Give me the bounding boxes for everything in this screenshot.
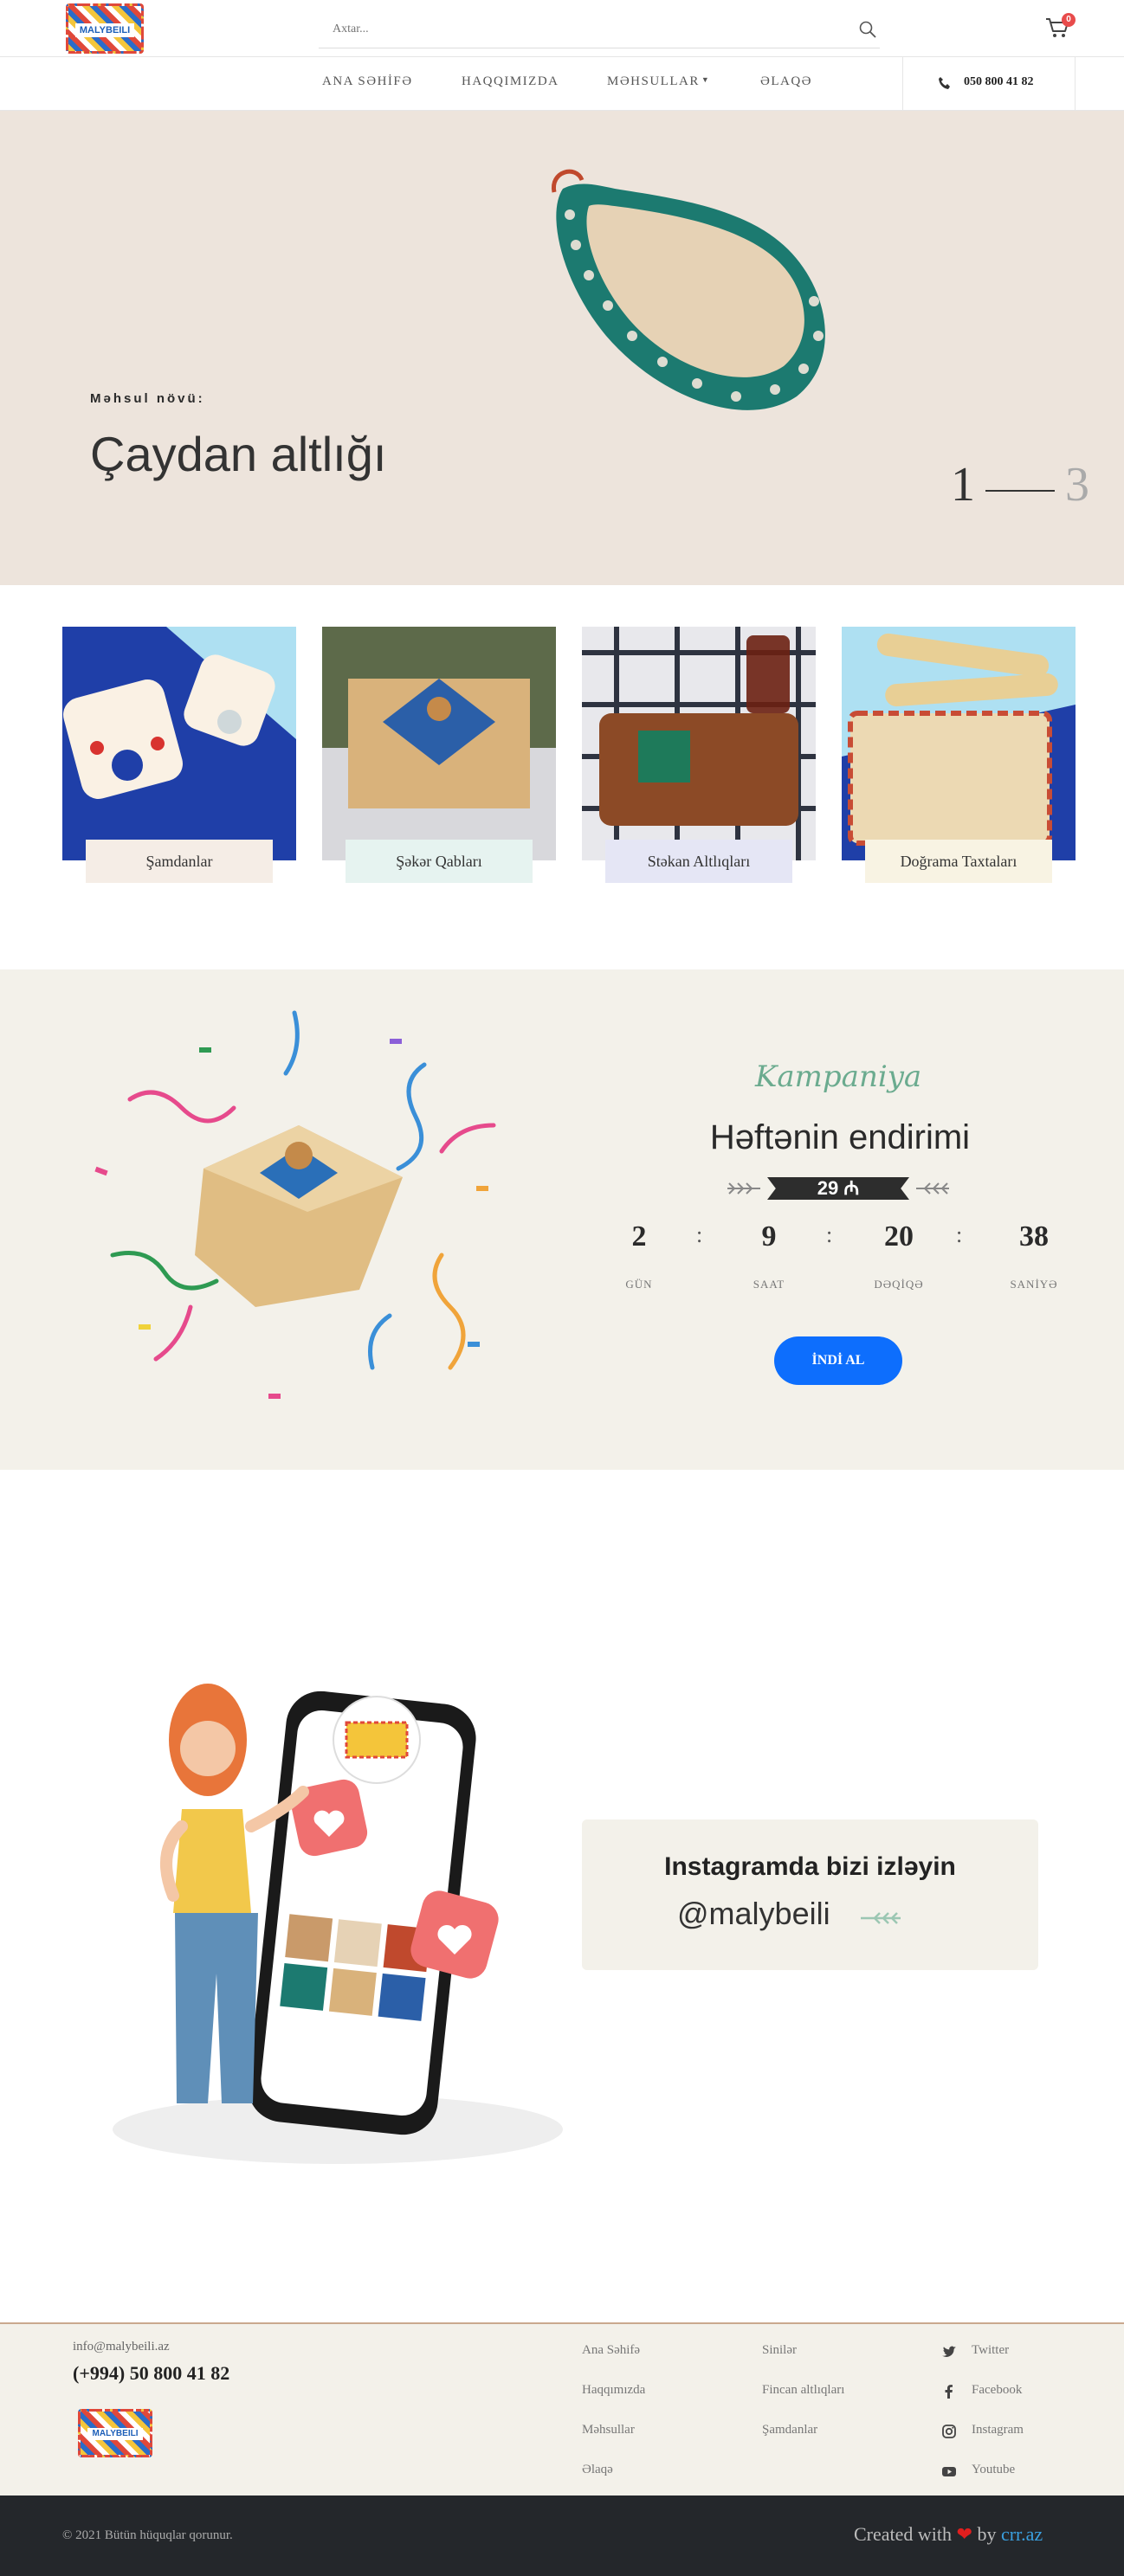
nav-products-label: MƏHSULLAR	[607, 74, 700, 88]
made-with-credit: Created with ❤ by crr.az	[854, 2523, 1043, 2546]
leaf-ornament-right-icon	[916, 1182, 949, 1195]
category-cutting-boards-image	[842, 627, 1076, 860]
heart-icon: ❤	[956, 2523, 972, 2545]
category-candles[interactable]	[62, 627, 296, 860]
category-glass-coasters-image	[582, 627, 816, 860]
phone-number: 050 800 41 82	[964, 75, 1034, 88]
footer-social-facebook[interactable]: Facebook	[972, 2383, 1022, 2398]
twitter-icon	[942, 2346, 956, 2357]
instagram-illustration	[113, 1684, 563, 2164]
main-nav: ANA SƏHİFƏ HAQQIMIZDA MƏHSULLAR ▼ ƏLAQƏ 0…	[0, 57, 1124, 111]
logo-text: MALYBEILI	[75, 23, 134, 37]
leaf-ornament-icon	[861, 1912, 901, 1924]
nav-home[interactable]: ANA SƏHİFƏ	[322, 74, 413, 89]
campaign-section: Kampaniya Həftənin endirimi 29 ₼ 2 GÜN :…	[0, 969, 1124, 1470]
countdown-seconds-label: SANİYƏ	[1010, 1278, 1058, 1291]
campaign-script-title: Kampaniya	[755, 1059, 922, 1094]
youtube-icon	[942, 2467, 956, 2476]
countdown-separator: :	[696, 1222, 703, 1247]
category-sugar-bowls-image	[322, 627, 556, 860]
copyright-bar: © 2021 Bütün hüquqlar qorunur. Created w…	[0, 2496, 1124, 2576]
countdown-minutes-label: DƏQİQƏ	[874, 1278, 924, 1291]
footer-social-youtube[interactable]: Youtube	[972, 2463, 1015, 2477]
category-glass-coasters-label[interactable]: Stəkan Altlıqları	[605, 840, 792, 883]
countdown-hours-label: SAAT	[753, 1278, 785, 1291]
nav-about[interactable]: HAQQIMIZDA	[462, 74, 559, 89]
countdown-separator: :	[826, 1222, 833, 1247]
footer-link-trays[interactable]: Sinilər	[762, 2343, 797, 2358]
category-glass-coasters[interactable]	[582, 627, 816, 860]
nav-products[interactable]: MƏHSULLAR ▼	[607, 74, 710, 89]
site-logo[interactable]: MALYBEILI	[66, 3, 144, 54]
category-candles-image	[62, 627, 296, 860]
slide-total[interactable]: 3	[1065, 457, 1089, 512]
slide-divider	[985, 490, 1055, 492]
footer-link-home[interactable]: Ana Səhifə	[582, 2343, 640, 2358]
countdown-minutes: 20	[884, 1220, 914, 1253]
category-sugar-bowls[interactable]	[322, 627, 556, 860]
search-icon[interactable]	[857, 19, 878, 40]
footer-social-instagram[interactable]: Instagram	[972, 2423, 1024, 2438]
category-sugar-bowls-label[interactable]: Şəkər Qabları	[346, 840, 533, 883]
footer-link-products[interactable]: Məhsullar	[582, 2423, 635, 2438]
instagram-title: Instagramda bizi izləyin	[664, 1852, 956, 1881]
footer: info@malybeili.az (+994) 50 800 41 82 MA…	[0, 2322, 1124, 2496]
made-by-link[interactable]: crr.az	[1001, 2523, 1043, 2545]
buy-now-button[interactable]: İNDİ AL	[774, 1336, 902, 1385]
countdown-seconds: 38	[1019, 1220, 1049, 1253]
footer-logo[interactable]: MALYBEILI	[78, 2409, 152, 2457]
search-bar	[319, 10, 880, 48]
footer-email[interactable]: info@malybeili.az	[73, 2340, 170, 2354]
top-header: MALYBEILI 0	[0, 0, 1124, 57]
countdown-hours: 9	[761, 1220, 777, 1253]
leaf-ornament-left-icon	[727, 1182, 760, 1195]
category-cutting-boards-label[interactable]: Doğrama Taxtaları	[865, 840, 1052, 883]
category-cutting-boards[interactable]	[842, 627, 1076, 860]
footer-link-contact[interactable]: Əlaqə	[582, 2463, 613, 2477]
footer-phone[interactable]: (+994) 50 800 41 82	[73, 2362, 229, 2385]
nav-contact[interactable]: ƏLAQƏ	[760, 74, 812, 89]
phone-contact[interactable]: 050 800 41 82	[902, 57, 1076, 111]
made-with-label: Created with	[854, 2523, 953, 2545]
countdown-separator: :	[956, 1222, 963, 1247]
phone-icon	[939, 77, 950, 89]
chevron-down-icon: ▼	[701, 75, 711, 84]
footer-link-cup-coasters[interactable]: Fincan altlıqları	[762, 2383, 844, 2398]
campaign-price: 29 ₼	[767, 1177, 909, 1200]
footer-link-about[interactable]: Haqqımızda	[582, 2383, 645, 2398]
search-input[interactable]	[333, 17, 817, 42]
countdown-days-label: GÜN	[625, 1278, 653, 1291]
cart-count-badge: 0	[1062, 13, 1076, 27]
instagram-follow-card[interactable]: Instagramda bizi izləyin @malybeili	[582, 1819, 1038, 1970]
instagram-handle[interactable]: @malybeili	[677, 1896, 830, 1932]
made-by-word: by	[977, 2523, 997, 2545]
hero-slider: Məhsul növü: Çaydan altlığı 1 3	[0, 111, 1124, 585]
hero-product-image	[552, 169, 825, 410]
copyright-text: © 2021 Bütün hüquqlar qorunur.	[62, 2528, 233, 2542]
footer-social-twitter[interactable]: Twitter	[972, 2343, 1009, 2358]
countdown-days: 2	[631, 1220, 647, 1253]
campaign-title: Həftənin endirimi	[709, 1118, 971, 1156]
category-candles-label[interactable]: Şamdanlar	[86, 840, 273, 883]
instagram-icon	[942, 2425, 956, 2438]
facebook-icon	[945, 2385, 953, 2399]
footer-link-candles[interactable]: Şamdanlar	[762, 2423, 817, 2438]
hero-title: Çaydan altlığı	[90, 427, 387, 481]
slide-current[interactable]: 1	[951, 457, 975, 512]
footer-logo-text: MALYBEILI	[87, 2428, 143, 2440]
hero-kicker: Məhsul növü:	[90, 391, 205, 406]
